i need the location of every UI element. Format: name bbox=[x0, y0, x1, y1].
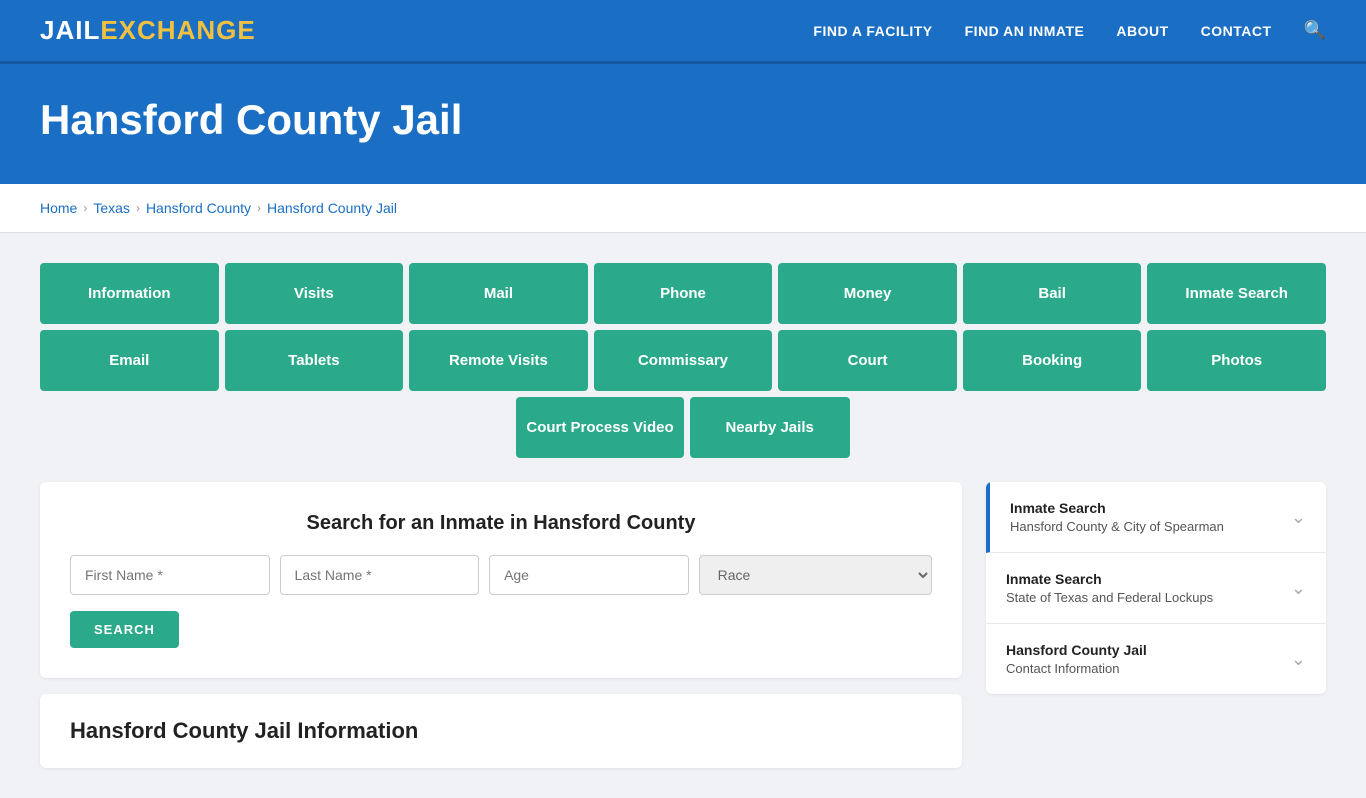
btn-mail[interactable]: Mail bbox=[409, 263, 588, 324]
breadcrumb-home[interactable]: Home bbox=[40, 200, 77, 216]
btn-nearby-jails[interactable]: Nearby Jails bbox=[690, 397, 850, 458]
nav-links: FIND A FACILITY FIND AN INMATE ABOUT CON… bbox=[813, 20, 1326, 41]
breadcrumb-hansford-county[interactable]: Hansford County bbox=[146, 200, 251, 216]
page-title: Hansford County Jail bbox=[40, 96, 1326, 144]
two-column-layout: Search for an Inmate in Hansford County … bbox=[40, 482, 1326, 768]
sidebar-item-contact-sub: Contact Information bbox=[1006, 661, 1281, 676]
btn-photos[interactable]: Photos bbox=[1147, 330, 1326, 391]
btn-court[interactable]: Court bbox=[778, 330, 957, 391]
chevron-down-icon-3: ⌄ bbox=[1291, 649, 1306, 670]
sidebar-item-local-title: Inmate Search bbox=[1010, 500, 1281, 516]
grid-row-2: Email Tablets Remote Visits Commissary C… bbox=[40, 330, 1326, 391]
grid-row-1: Information Visits Mail Phone Money Bail… bbox=[40, 263, 1326, 324]
grid-row-3: Court Process Video Nearby Jails bbox=[40, 397, 1326, 458]
chevron-down-icon: ⌄ bbox=[1291, 507, 1306, 528]
btn-commissary[interactable]: Commissary bbox=[594, 330, 773, 391]
first-name-input[interactable] bbox=[70, 555, 270, 595]
btn-court-process-video[interactable]: Court Process Video bbox=[516, 397, 683, 458]
nav-about[interactable]: ABOUT bbox=[1116, 23, 1168, 39]
sidebar-item-inmate-search-state[interactable]: Inmate Search State of Texas and Federal… bbox=[986, 553, 1326, 624]
btn-visits[interactable]: Visits bbox=[225, 263, 404, 324]
btn-inmate-search[interactable]: Inmate Search bbox=[1147, 263, 1326, 324]
btn-booking[interactable]: Booking bbox=[963, 330, 1142, 391]
btn-email[interactable]: Email bbox=[40, 330, 219, 391]
btn-money[interactable]: Money bbox=[778, 263, 957, 324]
breadcrumb: Home › Texas › Hansford County › Hansfor… bbox=[0, 184, 1366, 233]
sidebar-item-contact-info[interactable]: Hansford County Jail Contact Information… bbox=[986, 624, 1326, 694]
logo[interactable]: JAIL EXCHANGE bbox=[40, 15, 256, 46]
chevron-down-icon-2: ⌄ bbox=[1291, 578, 1306, 599]
logo-jail: JAIL bbox=[40, 15, 100, 46]
race-select[interactable]: Race White Black Hispanic Asian Other bbox=[699, 555, 932, 595]
btn-information[interactable]: Information bbox=[40, 263, 219, 324]
sidebar-card: Inmate Search Hansford County & City of … bbox=[986, 482, 1326, 694]
last-name-input[interactable] bbox=[280, 555, 480, 595]
sidebar-item-state-title: Inmate Search bbox=[1006, 571, 1281, 587]
logo-exchange: EXCHANGE bbox=[100, 15, 255, 46]
left-column: Search for an Inmate in Hansford County … bbox=[40, 482, 962, 768]
inmate-search-box: Search for an Inmate in Hansford County … bbox=[40, 482, 962, 678]
right-sidebar: Inmate Search Hansford County & City of … bbox=[986, 482, 1326, 768]
sidebar-item-contact-title: Hansford County Jail bbox=[1006, 642, 1281, 658]
nav-contact[interactable]: CONTACT bbox=[1201, 23, 1272, 39]
btn-remote-visits[interactable]: Remote Visits bbox=[409, 330, 588, 391]
breadcrumb-texas[interactable]: Texas bbox=[93, 200, 130, 216]
btn-tablets[interactable]: Tablets bbox=[225, 330, 404, 391]
info-title: Hansford County Jail Information bbox=[70, 718, 932, 744]
search-button[interactable]: SEARCH bbox=[70, 611, 179, 648]
hero-banner: Hansford County Jail bbox=[0, 64, 1366, 184]
sidebar-item-local-sub: Hansford County & City of Spearman bbox=[1010, 519, 1281, 534]
sidebar-item-inmate-search-local[interactable]: Inmate Search Hansford County & City of … bbox=[986, 482, 1326, 553]
btn-bail[interactable]: Bail bbox=[963, 263, 1142, 324]
info-section: Hansford County Jail Information bbox=[40, 694, 962, 768]
breadcrumb-sep-3: › bbox=[257, 201, 261, 215]
breadcrumb-current: Hansford County Jail bbox=[267, 200, 397, 216]
breadcrumb-sep-2: › bbox=[136, 201, 140, 215]
btn-phone[interactable]: Phone bbox=[594, 263, 773, 324]
main-content: Information Visits Mail Phone Money Bail… bbox=[0, 233, 1366, 798]
search-inputs: Race White Black Hispanic Asian Other bbox=[70, 555, 932, 595]
nav-find-inmate[interactable]: FIND AN INMATE bbox=[965, 23, 1085, 39]
navbar: JAIL EXCHANGE FIND A FACILITY FIND AN IN… bbox=[0, 0, 1366, 64]
age-input[interactable] bbox=[489, 555, 689, 595]
breadcrumb-sep-1: › bbox=[83, 201, 87, 215]
sidebar-item-state-sub: State of Texas and Federal Lockups bbox=[1006, 590, 1281, 605]
search-title: Search for an Inmate in Hansford County bbox=[70, 512, 932, 535]
nav-find-facility[interactable]: FIND A FACILITY bbox=[813, 23, 932, 39]
search-icon[interactable]: 🔍 bbox=[1304, 20, 1326, 41]
